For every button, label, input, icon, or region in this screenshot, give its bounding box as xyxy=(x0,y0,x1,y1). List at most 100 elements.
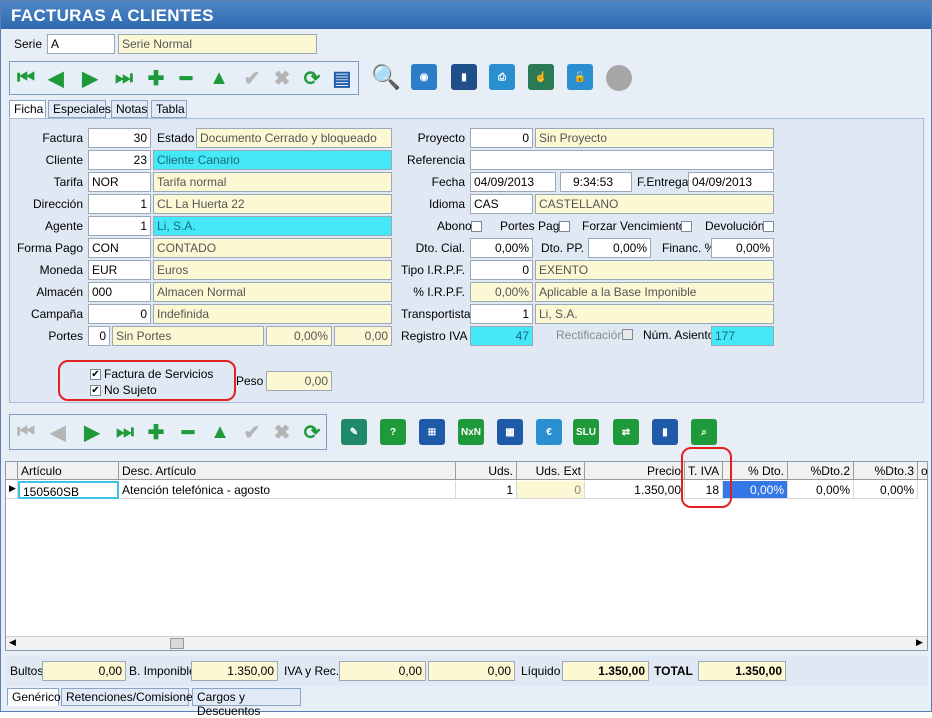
fecha-date-field[interactable]: 04/09/2013 xyxy=(470,172,556,192)
annotation-highlight-services xyxy=(58,360,236,401)
tab-retenciones[interactable]: Retenciones/Comisiones xyxy=(61,688,199,706)
campana-code-field[interactable]: 0 xyxy=(88,304,151,324)
scroll-right-icon[interactable]: ▶ xyxy=(916,637,923,648)
col-overflow[interactable]: o xyxy=(918,462,928,480)
cell-dto3[interactable]: 0,00% xyxy=(854,481,918,499)
serie-code-field[interactable]: A xyxy=(47,34,115,54)
signal-door-icon[interactable]: ▮ xyxy=(652,419,678,445)
col-uds[interactable]: Uds. xyxy=(456,462,517,480)
referencia-field[interactable] xyxy=(470,150,774,170)
tab-notas[interactable]: Notas xyxy=(111,100,148,118)
portes-pag-checkbox[interactable] xyxy=(559,221,570,232)
almacen-code-field[interactable]: 000 xyxy=(88,282,151,302)
refresh-icon[interactable]: ⟳ xyxy=(298,64,326,92)
tab-ficha[interactable]: Ficha xyxy=(9,100,46,118)
factura-field[interactable]: 30 xyxy=(88,128,151,148)
cliente-code-field[interactable]: 23 xyxy=(88,150,151,170)
direccion-code-field[interactable]: 1 xyxy=(88,194,151,214)
abono-checkbox[interactable] xyxy=(471,221,482,232)
tab-tabla[interactable]: Tabla xyxy=(151,100,187,118)
prev-record-icon[interactable]: ◀ xyxy=(42,64,70,92)
col-desc-articulo[interactable]: Desc. Artículo xyxy=(119,462,456,480)
currency-icon[interactable]: € xyxy=(536,419,562,445)
moneda-code-field[interactable]: EUR xyxy=(88,260,151,280)
rectificacion-checkbox[interactable] xyxy=(622,329,633,340)
help-icon[interactable]: ? xyxy=(380,419,406,445)
tab-cargos[interactable]: Cargos y Descuentos xyxy=(192,688,301,718)
cell-dto2[interactable]: 0,00% xyxy=(788,481,854,499)
exit-door-icon[interactable]: ▮ xyxy=(451,64,477,90)
tipo-irpf-code-field[interactable]: 0 xyxy=(470,260,533,280)
pct-irpf-field: 0,00% xyxy=(470,282,533,302)
cancel-line-icon[interactable]: ✖ xyxy=(268,418,296,446)
f-entrega-date-field[interactable]: 04/09/2013 xyxy=(688,172,774,192)
confirm-line-icon[interactable]: ✔ xyxy=(238,418,266,446)
devolucion-checkbox[interactable] xyxy=(763,221,774,232)
next-line-icon[interactable]: ▶ xyxy=(78,418,106,446)
last-record-icon[interactable]: ⏭ xyxy=(110,64,138,92)
nxn-icon[interactable]: NxN xyxy=(458,419,484,445)
edit-record-icon[interactable]: ▲ xyxy=(205,64,233,92)
col-precio[interactable]: Precio xyxy=(585,462,685,480)
campana-label: Campaña xyxy=(30,307,83,321)
serie-label: Serie xyxy=(14,37,43,51)
add-line-icon[interactable]: ✚ xyxy=(142,418,170,446)
scroll-thumb[interactable] xyxy=(170,638,184,649)
portes-code-field[interactable]: 0 xyxy=(88,326,110,346)
delete-record-icon[interactable]: ━ xyxy=(172,64,200,92)
tipo-irpf-label: Tipo I.R.P.F. xyxy=(401,263,466,277)
edit-note-icon[interactable]: ✎ xyxy=(341,419,367,445)
annotation-highlight-tiva xyxy=(681,447,732,508)
col-dto[interactable]: % Dto. xyxy=(723,462,788,480)
col-uds-ext[interactable]: Uds. Ext xyxy=(517,462,585,480)
hierarchy-icon[interactable]: ⊞ xyxy=(419,419,445,445)
tarifa-code-field[interactable]: NOR xyxy=(88,172,151,192)
fecha-time-field[interactable]: 9:34:53 xyxy=(560,172,632,192)
cell-dto[interactable]: 0,00% xyxy=(723,481,788,499)
unlock-icon[interactable]: 🔓 xyxy=(567,64,593,90)
transportista-code-field[interactable]: 1 xyxy=(470,304,533,324)
idioma-code-field[interactable]: CAS xyxy=(470,194,533,214)
devolucion-label: Devolución xyxy=(705,219,765,233)
window-title: FACTURAS A CLIENTES xyxy=(1,1,931,29)
prev-line-icon[interactable]: ◀ xyxy=(44,418,72,446)
cancel-icon[interactable]: ✖ xyxy=(268,64,296,92)
agente-code-field[interactable]: 1 xyxy=(88,216,151,236)
edit-line-icon[interactable]: ▲ xyxy=(206,418,234,446)
list-view-icon[interactable]: ▤ xyxy=(328,64,356,92)
calculator-icon[interactable]: ▦ xyxy=(497,419,523,445)
financ-field[interactable]: 0,00% xyxy=(711,238,774,258)
touch-icon[interactable]: ☝ xyxy=(528,64,554,90)
dto-cial-field[interactable]: 0,00% xyxy=(470,238,533,258)
forzar-vencimientos-checkbox[interactable] xyxy=(681,221,692,232)
col-dto3[interactable]: %Dto.3 xyxy=(854,462,918,480)
scroll-left-icon[interactable]: ◀ xyxy=(9,637,16,648)
cell-precio[interactable]: 1.350,00 xyxy=(585,481,685,499)
horizontal-scrollbar[interactable]: ◀ ▶ xyxy=(6,636,927,650)
delete-line-icon[interactable]: ━ xyxy=(174,418,202,446)
cell-uds-ext[interactable]: 0 xyxy=(517,481,585,499)
forma-pago-code-field[interactable]: CON xyxy=(88,238,151,258)
slu-icon[interactable]: SLU xyxy=(573,419,599,445)
dto-pp-field[interactable]: 0,00% xyxy=(588,238,651,258)
col-dto2[interactable]: %Dto.2 xyxy=(788,462,854,480)
search-window-icon[interactable]: ⌕ xyxy=(691,419,717,445)
cell-desc[interactable]: Atención telefónica - agosto xyxy=(119,481,456,499)
proyecto-code-field[interactable]: 0 xyxy=(470,128,533,148)
confirm-icon[interactable]: ✔ xyxy=(238,64,266,92)
last-line-icon[interactable]: ⏭ xyxy=(111,418,139,446)
transfer-icon[interactable]: ⇄ xyxy=(613,419,639,445)
refresh-line-icon[interactable]: ⟳ xyxy=(298,418,326,446)
tab-generico[interactable]: Genérico xyxy=(7,688,61,706)
first-record-icon[interactable]: ⏮ xyxy=(12,64,40,92)
cell-articulo[interactable]: 150560SB xyxy=(18,481,119,499)
add-record-icon[interactable]: ✚ xyxy=(142,64,170,92)
tab-especiales[interactable]: Especiales xyxy=(48,100,111,118)
printer-icon[interactable]: ⎙ xyxy=(489,64,515,90)
first-line-icon[interactable]: ⏮ xyxy=(12,418,40,446)
next-record-icon[interactable]: ▶ xyxy=(76,64,104,92)
cell-uds[interactable]: 1 xyxy=(456,481,517,499)
search-icon[interactable]: 🔍 xyxy=(371,63,401,91)
broadcast-icon[interactable]: ◉ xyxy=(411,64,437,90)
col-articulo[interactable]: Artículo xyxy=(18,462,119,480)
